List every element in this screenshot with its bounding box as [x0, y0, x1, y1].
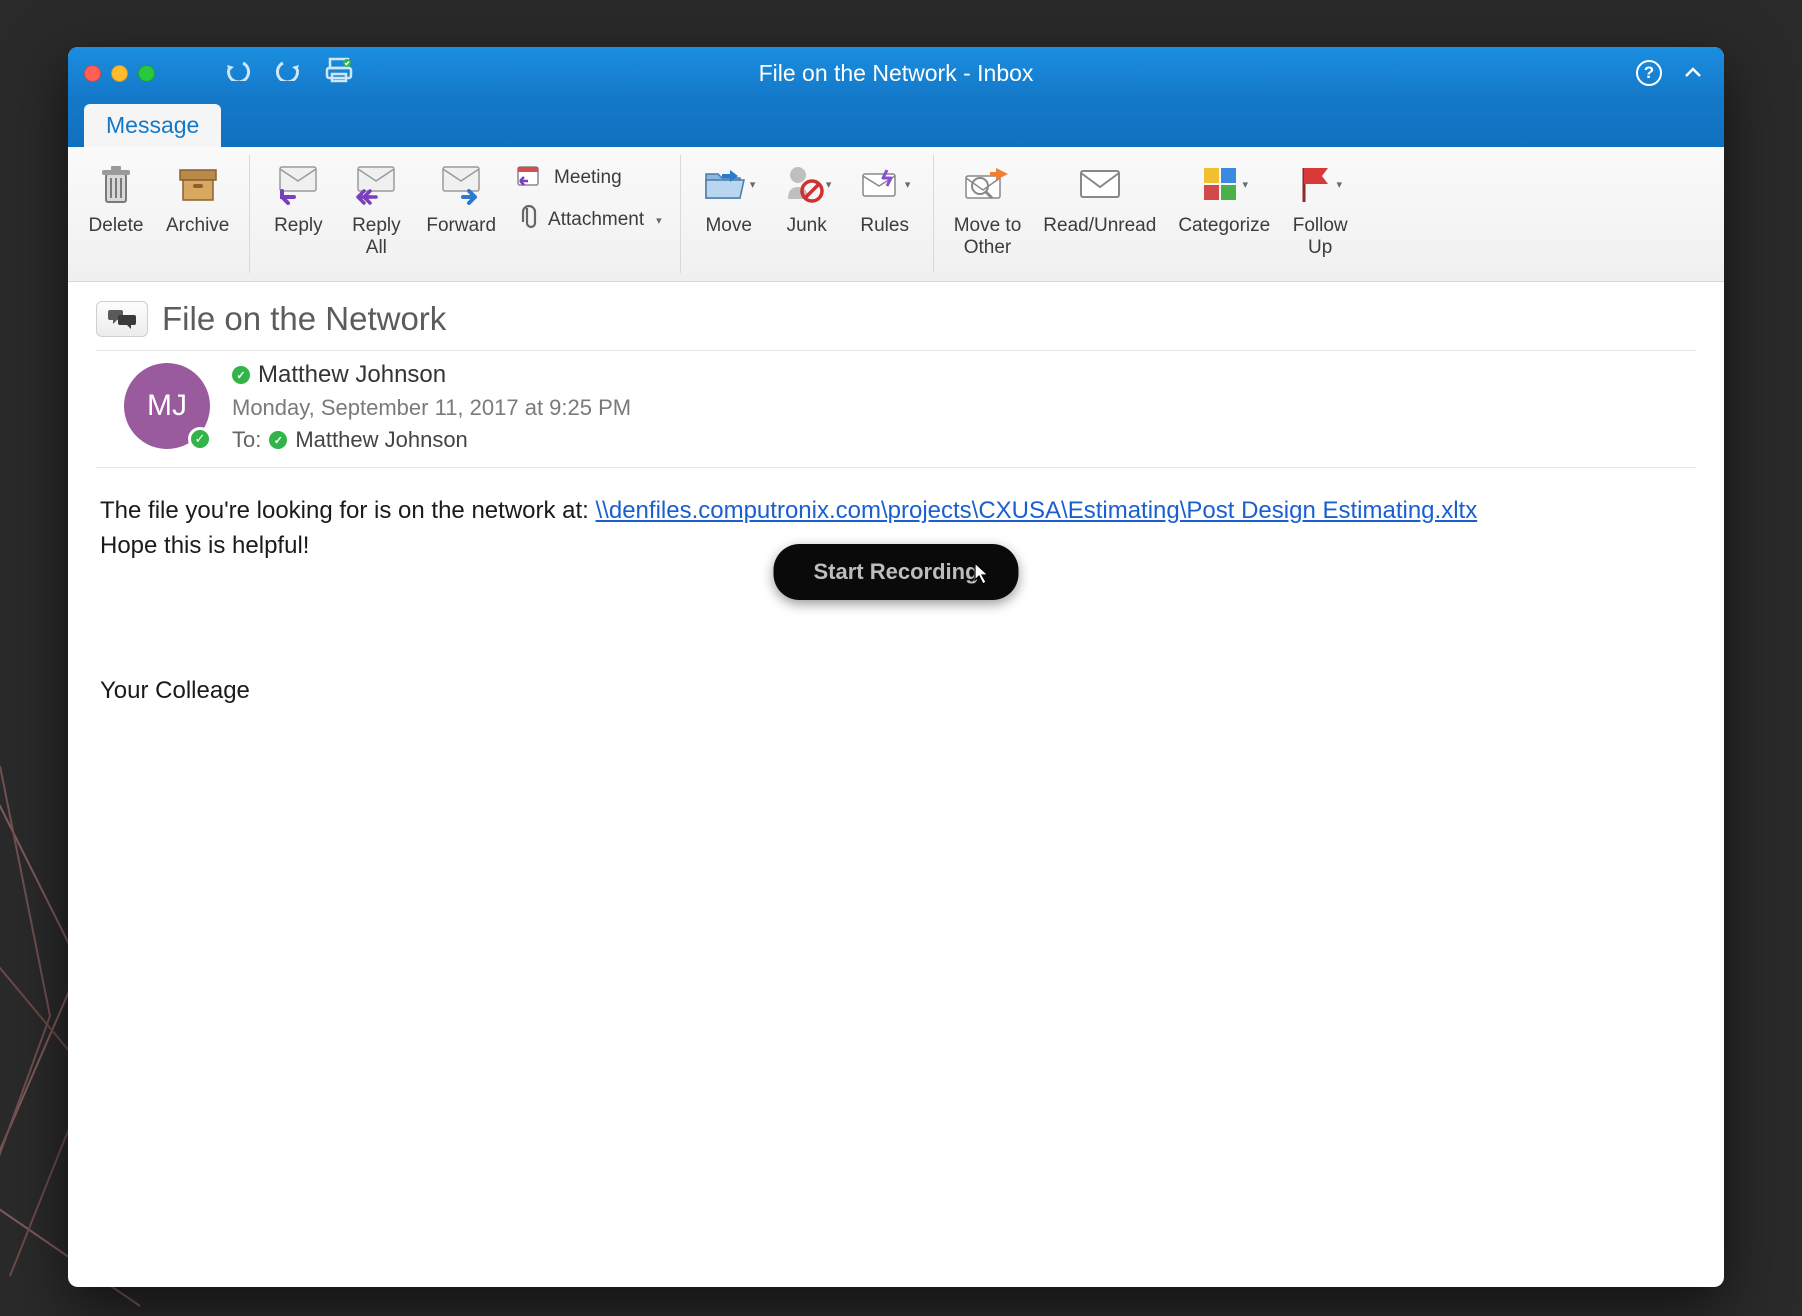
titlebar: File on the Network - Inbox ?: [68, 47, 1724, 99]
quick-access-toolbar: [225, 57, 353, 90]
ribbon-group-delete: Delete Archive: [68, 155, 250, 273]
move-to-other-icon: [962, 159, 1012, 209]
rules-label: Rules: [860, 215, 909, 237]
tab-message[interactable]: Message: [84, 104, 221, 147]
chevron-down-icon: ▾: [750, 178, 756, 191]
rules-icon: ▾: [859, 159, 911, 209]
ribbon: Delete Archive Reply: [68, 147, 1724, 282]
chevron-down-icon: ▾: [1336, 178, 1342, 191]
attachment-label: Attachment: [548, 209, 644, 231]
move-button[interactable]: ▾ Move: [695, 155, 763, 241]
network-path-link[interactable]: \\denfiles.computronix.com\projects\CXUS…: [596, 497, 1478, 524]
trash-icon: [96, 159, 136, 209]
move-to-other-label-2: Other: [954, 237, 1022, 259]
attachment-icon: [516, 205, 538, 235]
subject-bar: File on the Network: [68, 282, 1724, 350]
redo-icon[interactable]: [275, 59, 301, 88]
flag-icon: ▾: [1298, 159, 1342, 209]
forward-button[interactable]: Forward: [420, 155, 502, 241]
move-to-other-label-1: Move to: [954, 215, 1022, 237]
undo-icon[interactable]: [225, 59, 251, 88]
follow-up-label-2: Up: [1293, 237, 1348, 259]
junk-label: Junk: [787, 215, 827, 237]
junk-button[interactable]: ▾ Junk: [773, 155, 841, 241]
follow-up-button[interactable]: ▾ Follow Up: [1286, 155, 1354, 263]
minimize-window-button[interactable]: [111, 65, 128, 82]
read-unread-button[interactable]: Read/Unread: [1037, 155, 1162, 241]
to-line: To: ✓ Matthew Johnson: [232, 427, 631, 453]
reply-button[interactable]: Reply: [264, 155, 332, 241]
presence-icon: ✓: [232, 366, 250, 384]
forward-icon: [437, 159, 485, 209]
cursor-icon: [974, 562, 992, 595]
reply-all-button[interactable]: Reply All: [342, 155, 410, 263]
close-window-button[interactable]: [84, 65, 101, 82]
chevron-down-icon: ▾: [656, 214, 662, 227]
move-to-other-button[interactable]: Move to Other: [948, 155, 1028, 263]
window-title: File on the Network - Inbox: [759, 60, 1034, 87]
ribbon-group-tags: Move to Other Read/Unread ▾ Categorize: [934, 155, 1369, 273]
to-label: To:: [232, 427, 261, 453]
window-controls: [84, 65, 155, 82]
chevron-down-icon: ▾: [1242, 178, 1248, 191]
archive-button[interactable]: Archive: [160, 155, 235, 241]
rules-button[interactable]: ▾ Rules: [851, 155, 919, 241]
meeting-icon: [516, 163, 544, 193]
presence-icon: ✓: [269, 431, 287, 449]
meeting-button[interactable]: Meeting: [512, 161, 666, 195]
sender-name[interactable]: Matthew Johnson: [258, 361, 446, 389]
delete-label: Delete: [89, 215, 144, 237]
junk-icon: ▾: [782, 159, 832, 209]
read-unread-icon: [1077, 159, 1123, 209]
body-line-1: The file you're looking for is on the ne…: [100, 494, 1692, 529]
ribbon-group-move: ▾ Move ▾ Junk ▾ Rules: [681, 155, 934, 273]
categorize-label: Categorize: [1178, 215, 1270, 237]
print-icon[interactable]: [325, 57, 353, 90]
signature: Your Colleage: [100, 674, 1692, 709]
presence-badge-icon: ✓: [188, 427, 212, 451]
delete-button[interactable]: Delete: [82, 155, 150, 241]
attachment-button[interactable]: Attachment ▾: [512, 203, 666, 237]
move-label: Move: [705, 215, 751, 237]
message-meta: MJ ✓ ✓ Matthew Johnson Monday, September…: [96, 350, 1696, 468]
avatar[interactable]: MJ ✓: [124, 363, 210, 449]
archive-icon: [176, 159, 220, 209]
reply-all-label-2: All: [352, 237, 401, 259]
archive-label: Archive: [166, 215, 229, 237]
reply-label: Reply: [274, 215, 323, 237]
sent-date: Monday, September 11, 2017 at 9:25 PM: [232, 395, 631, 421]
reply-all-icon: [352, 159, 400, 209]
to-recipient[interactable]: Matthew Johnson: [295, 427, 467, 453]
outlook-window: File on the Network - Inbox ? Message De…: [68, 47, 1724, 1287]
read-unread-label: Read/Unread: [1043, 215, 1156, 237]
follow-up-label-1: Follow: [1293, 215, 1348, 237]
reply-icon: [274, 159, 322, 209]
body-prefix: The file you're looking for is on the ne…: [100, 497, 596, 524]
sender-line: ✓ Matthew Johnson: [232, 361, 631, 389]
message-body: The file you're looking for is on the ne…: [68, 468, 1724, 1287]
maximize-window-button[interactable]: [138, 65, 155, 82]
help-icon[interactable]: ?: [1636, 60, 1662, 86]
subject-text: File on the Network: [162, 300, 446, 338]
move-icon: ▾: [702, 159, 756, 209]
forward-label: Forward: [426, 215, 496, 237]
conversation-icon[interactable]: [96, 301, 148, 337]
chevron-down-icon: ▾: [905, 178, 911, 191]
collapse-ribbon-icon[interactable]: [1684, 63, 1702, 84]
meeting-label: Meeting: [554, 167, 622, 189]
chevron-down-icon: ▾: [826, 178, 832, 191]
avatar-initials: MJ: [147, 389, 187, 423]
ribbon-group-respond: Reply Reply All Forward: [250, 155, 680, 273]
categorize-icon: ▾: [1200, 159, 1248, 209]
start-recording-label: Start Recording: [813, 559, 978, 584]
categorize-button[interactable]: ▾ Categorize: [1172, 155, 1276, 241]
reply-all-label-1: Reply: [352, 215, 401, 237]
ribbon-tabs: Message: [68, 99, 1724, 147]
